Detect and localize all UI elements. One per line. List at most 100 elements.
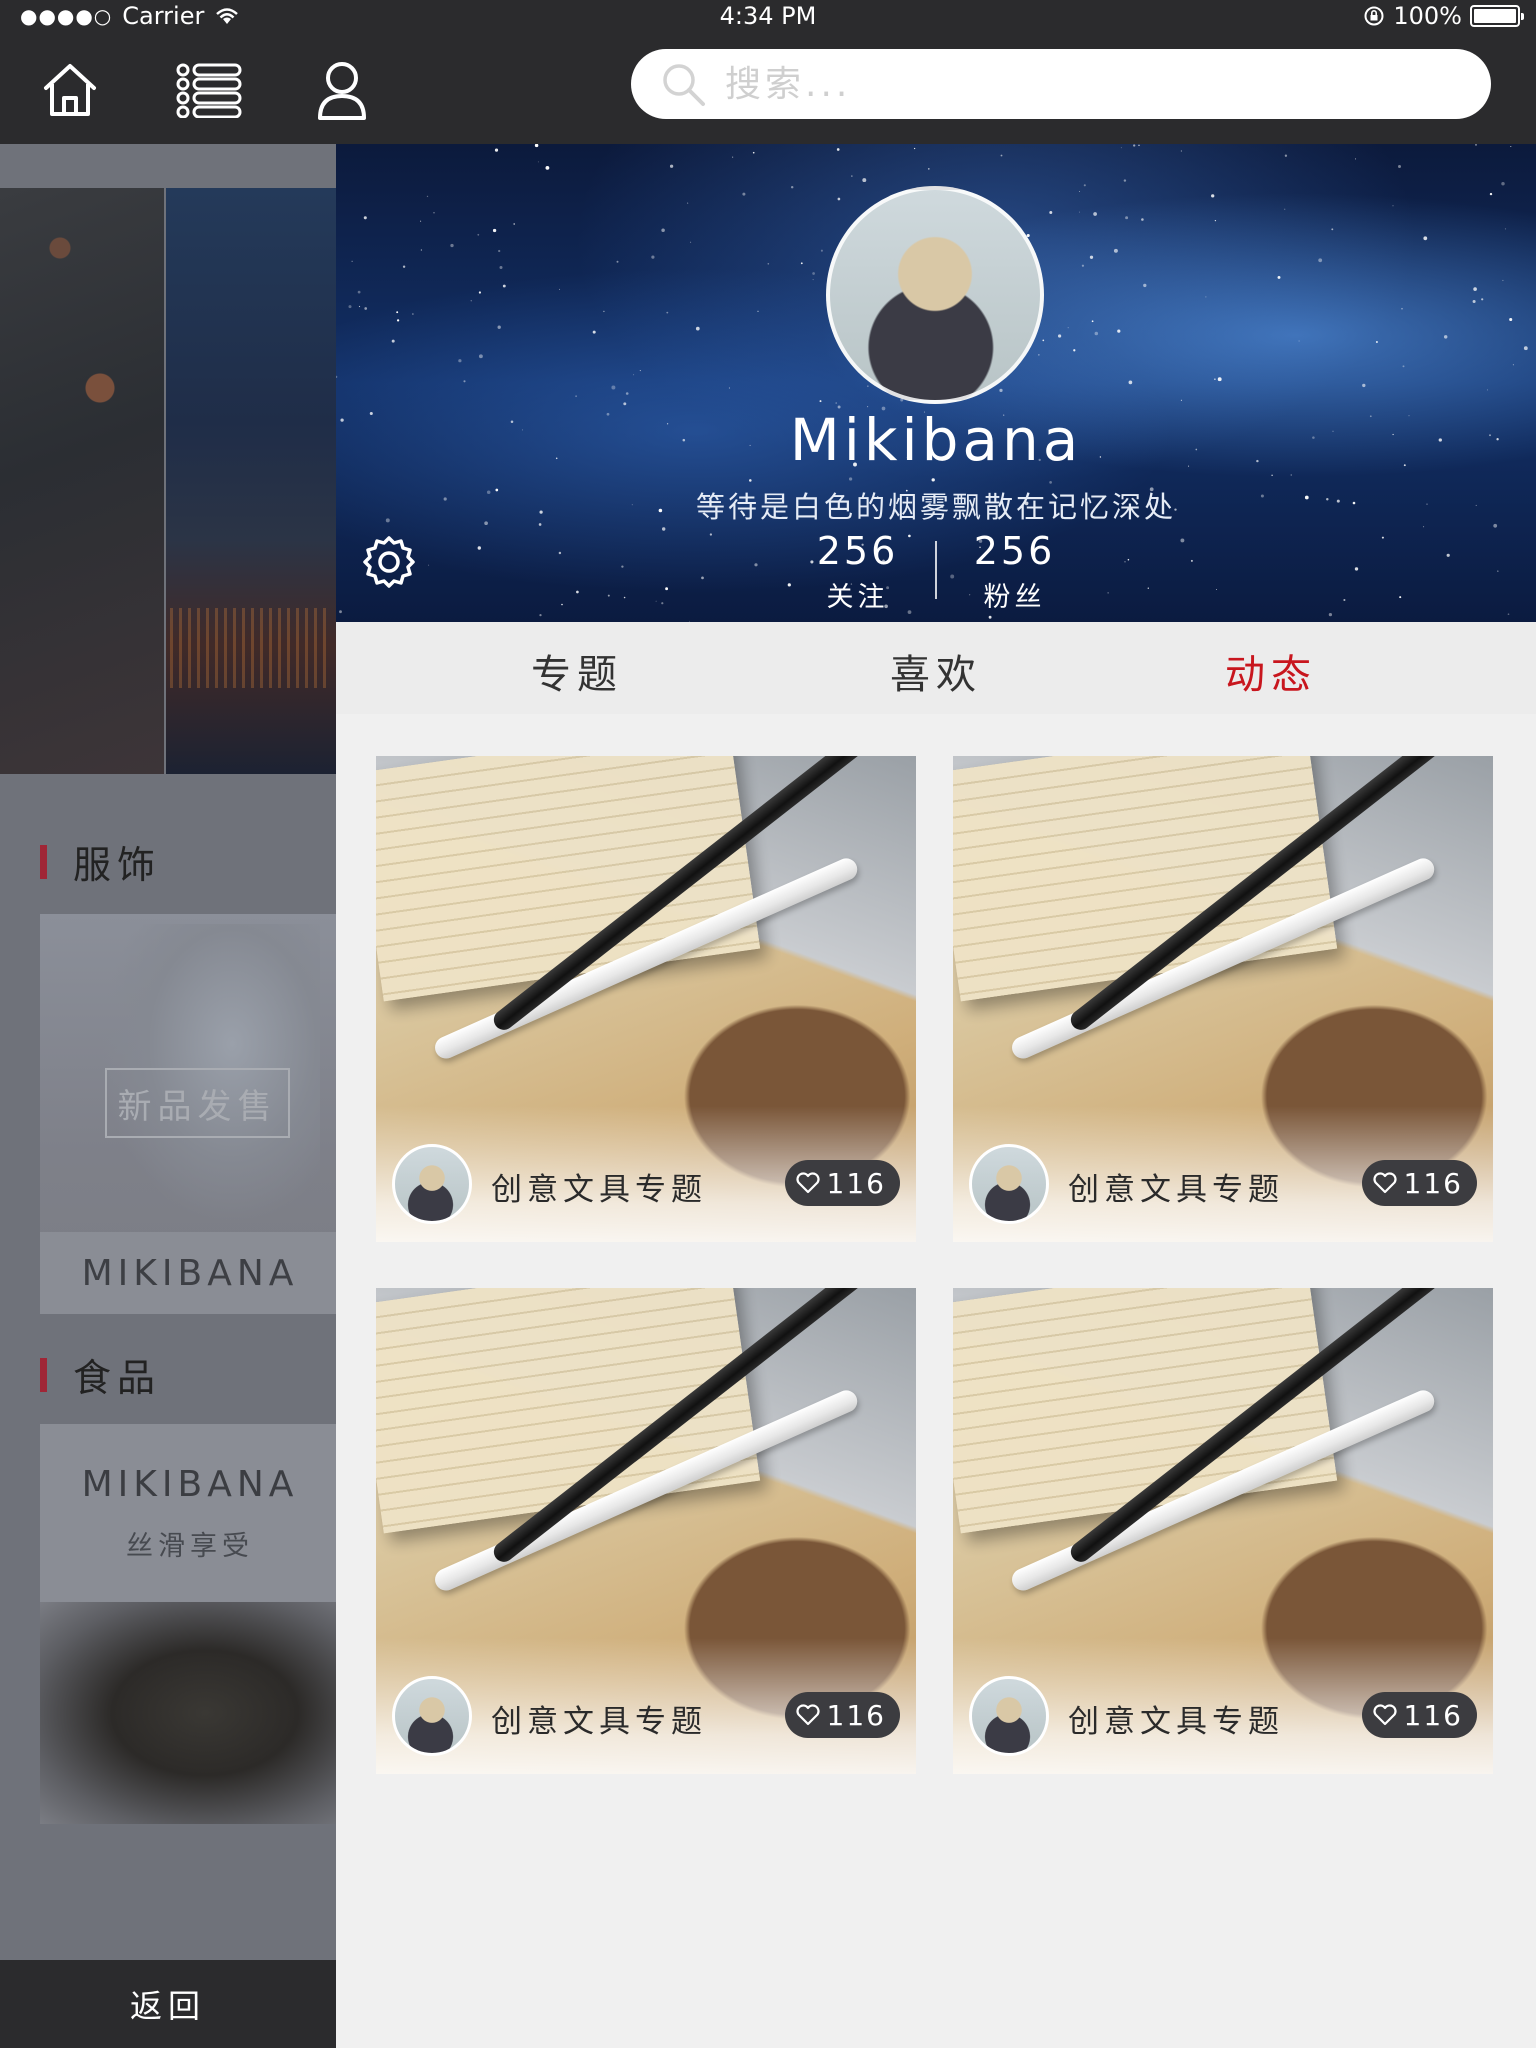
star [867, 385, 869, 387]
settings-button[interactable] [356, 529, 422, 595]
star [1501, 181, 1505, 186]
author-avatar[interactable] [969, 1676, 1049, 1756]
star [851, 175, 853, 177]
star [358, 305, 361, 308]
tab-topics[interactable]: 专题 [531, 642, 623, 700]
star [1355, 158, 1357, 160]
star [669, 164, 674, 168]
following-stat[interactable]: 256 关注 [780, 529, 935, 614]
star [537, 161, 539, 163]
star [752, 151, 755, 154]
star [1211, 194, 1215, 198]
star [470, 300, 472, 302]
star [1510, 145, 1512, 148]
star [545, 166, 550, 170]
star [363, 216, 367, 220]
back-button[interactable]: 返回 [0, 1960, 336, 2048]
star [364, 307, 368, 310]
user-icon [318, 62, 366, 120]
star [1049, 211, 1053, 214]
star [651, 255, 655, 259]
category-marker [40, 844, 47, 879]
side-drawer: 服饰 新品发售 MIKIBANA 食品 MIKIBANA 丝滑享受 返回 [0, 144, 336, 2048]
category-label: 服饰 [73, 843, 162, 887]
tab-activity[interactable]: 动态 [1225, 642, 1317, 700]
star [1375, 340, 1378, 344]
like-badge[interactable]: 116 [784, 1160, 900, 1206]
status-bar: ●●●●○ Carrier 4:34 PM 100% [0, 0, 1536, 36]
tab-likes[interactable]: 喜欢 [890, 642, 982, 700]
star [534, 144, 539, 148]
star [1298, 340, 1300, 342]
star [1423, 236, 1428, 241]
heart-icon [1372, 1172, 1397, 1194]
star [633, 374, 635, 376]
star [1057, 334, 1062, 338]
following-count: 256 [816, 529, 899, 573]
avatar[interactable] [826, 186, 1044, 404]
star [1143, 283, 1147, 288]
star [1117, 329, 1121, 333]
search-icon [663, 64, 705, 106]
content-grid: 创意文具专题 116 创意文具专题 116 创意文具专题 116 创意文具专题 … [336, 714, 1536, 2048]
home-icon [44, 64, 96, 116]
followers-stat[interactable]: 256 粉丝 [937, 529, 1092, 614]
star [812, 279, 814, 281]
star [1089, 255, 1094, 259]
heart-icon [795, 1704, 820, 1726]
star [728, 387, 730, 389]
star [790, 185, 794, 189]
star [494, 148, 499, 152]
star [1141, 218, 1144, 221]
star [1284, 208, 1286, 210]
star [862, 178, 867, 183]
star [1000, 154, 1003, 157]
star [1180, 150, 1183, 152]
star [1443, 335, 1448, 339]
star [835, 402, 837, 404]
star [1401, 307, 1403, 310]
status-right: 100% [1363, 2, 1524, 30]
search-box[interactable] [631, 49, 1491, 119]
author-avatar[interactable] [392, 1676, 472, 1756]
like-badge[interactable]: 116 [1361, 1692, 1477, 1738]
drawer-banner-image[interactable] [0, 188, 336, 774]
category-card-food[interactable]: MIKIBANA 丝滑享受 [40, 1424, 336, 1824]
category-marker [40, 1357, 47, 1392]
search-input[interactable] [725, 63, 1445, 105]
star [639, 370, 641, 372]
author-avatar[interactable] [392, 1144, 472, 1224]
star [1214, 219, 1217, 222]
star [513, 223, 516, 225]
followers-label: 粉丝 [983, 582, 1046, 613]
star [1475, 144, 1477, 146]
star [478, 354, 483, 359]
topic-card[interactable]: 创意文具专题 116 [376, 756, 916, 1242]
star [1125, 216, 1129, 220]
like-count: 116 [1403, 1698, 1463, 1732]
star [1392, 205, 1394, 207]
like-count: 116 [826, 1698, 886, 1732]
star [1113, 248, 1118, 253]
topic-card[interactable]: 创意文具专题 116 [953, 1288, 1493, 1774]
star [848, 477, 853, 481]
author-avatar[interactable] [969, 1144, 1049, 1224]
star [1318, 258, 1323, 263]
star [575, 395, 577, 398]
star [837, 197, 841, 201]
list-button[interactable] [170, 50, 250, 130]
star [913, 147, 916, 150]
like-badge[interactable]: 116 [1361, 1160, 1477, 1206]
profile-bio: 等待是白色的烟雾飘散在记忆深处 [695, 490, 1176, 524]
topic-card[interactable]: 创意文具专题 116 [376, 1288, 916, 1774]
home-button[interactable] [30, 50, 110, 130]
star [800, 262, 803, 265]
star [497, 325, 501, 329]
profile-button[interactable] [302, 50, 382, 130]
topic-card[interactable]: 创意文具专题 116 [953, 756, 1493, 1242]
like-badge[interactable]: 116 [784, 1692, 900, 1738]
star [623, 402, 627, 406]
profile-tabs: 专题 喜欢 动态 [336, 622, 1536, 714]
star [1398, 165, 1401, 168]
category-card-clothing[interactable]: 新品发售 MIKIBANA [40, 914, 336, 1314]
